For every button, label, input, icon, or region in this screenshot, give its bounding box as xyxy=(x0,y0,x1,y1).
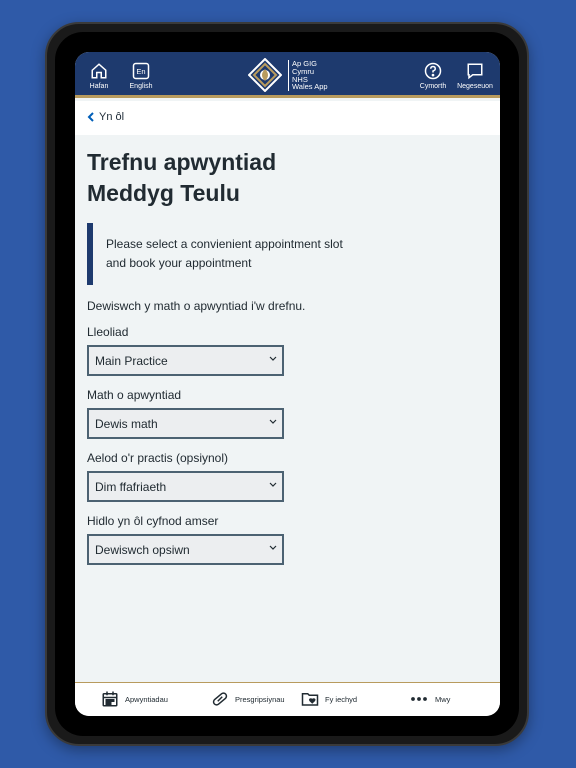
home-label: Hafan xyxy=(89,83,109,90)
location-label: Lleoliad xyxy=(87,325,129,339)
back-bar: Yn ôl xyxy=(75,101,500,135)
intro-text: Dewiswch y math o apwyntiad i'w drefnu. xyxy=(87,299,306,313)
back-link[interactable]: Yn ôl xyxy=(87,111,124,123)
language-icon: En xyxy=(132,62,150,80)
chevron-down-icon xyxy=(269,419,277,424)
bottom-nav: Apwyntiadau Presgripsiynau Fy iechyd Mwy xyxy=(75,682,500,716)
message-icon xyxy=(467,63,483,80)
help-button[interactable]: Cymorth xyxy=(413,62,453,90)
nav-my-health-label: Fy iechyd xyxy=(325,694,358,704)
appointment-type-value: Dewis math xyxy=(95,417,158,431)
nav-prescriptions-label: Presgripsiynau xyxy=(235,694,285,704)
logo-emblem-icon xyxy=(248,58,282,92)
logo-line-4: Wales App xyxy=(292,82,328,92)
language-label: English xyxy=(129,83,153,90)
folder-heart-icon xyxy=(301,693,319,706)
time-filter-label: Hidlo yn ôl cyfnod amser xyxy=(87,514,219,528)
home-button[interactable]: Hafan xyxy=(79,62,119,90)
appointment-type-select[interactable]: Dewis math xyxy=(87,408,284,439)
chevron-down-icon xyxy=(269,356,277,361)
logo-text: Ap GIG Cymru NHS Wales App xyxy=(288,60,328,92)
chevron-down-icon xyxy=(269,545,277,550)
practice-member-select[interactable]: Dim ffafriaeth xyxy=(87,471,284,502)
main-content: Trefnu apwyntiad Meddyg Teulu Please sel… xyxy=(87,147,487,565)
nav-my-health[interactable]: Fy iechyd xyxy=(301,690,357,708)
page-title: Trefnu apwyntiad Meddyg Teulu xyxy=(87,149,277,206)
more-dots-icon xyxy=(411,697,427,701)
practice-member-label: Aelod o'r practis (opsiynol) xyxy=(87,451,229,465)
nav-appointments-label: Apwyntiadau xyxy=(125,694,168,704)
time-filter-select[interactable]: Dewiswch opsiwn xyxy=(87,534,284,565)
app-screen: Hafan En English Ap GIG Cymru NHS Wales … xyxy=(75,52,500,716)
messages-button[interactable]: Negeseuon xyxy=(455,62,495,90)
help-label: Cymorth xyxy=(419,83,447,90)
inset-text: Please select a convienient appointment … xyxy=(87,223,347,285)
nav-appointments[interactable]: Apwyntiadau xyxy=(101,690,168,708)
nav-more-label: Mwy xyxy=(435,694,451,704)
chevron-left-icon xyxy=(87,112,94,122)
pill-icon xyxy=(212,692,228,706)
language-button[interactable]: En English xyxy=(121,62,161,90)
nhs-wales-logo: Ap GIG Cymru NHS Wales App xyxy=(248,58,338,92)
calendar-icon xyxy=(102,691,118,707)
messages-label: Negeseuon xyxy=(457,83,493,90)
question-icon xyxy=(424,62,442,80)
nav-more[interactable]: Mwy xyxy=(409,690,450,708)
back-label: Yn ôl xyxy=(99,111,125,123)
home-icon xyxy=(91,63,107,79)
language-badge: En xyxy=(136,67,145,76)
appointment-type-label: Math o apwyntiad xyxy=(87,388,182,402)
location-value: Main Practice xyxy=(95,354,168,368)
time-filter-value: Dewiswch opsiwn xyxy=(95,543,190,557)
app-header: Hafan En English Ap GIG Cymru NHS Wales … xyxy=(75,52,500,98)
chevron-down-icon xyxy=(269,482,277,487)
practice-member-value: Dim ffafriaeth xyxy=(95,480,167,494)
nav-prescriptions[interactable]: Presgripsiynau xyxy=(211,690,285,708)
location-select[interactable]: Main Practice xyxy=(87,345,284,376)
